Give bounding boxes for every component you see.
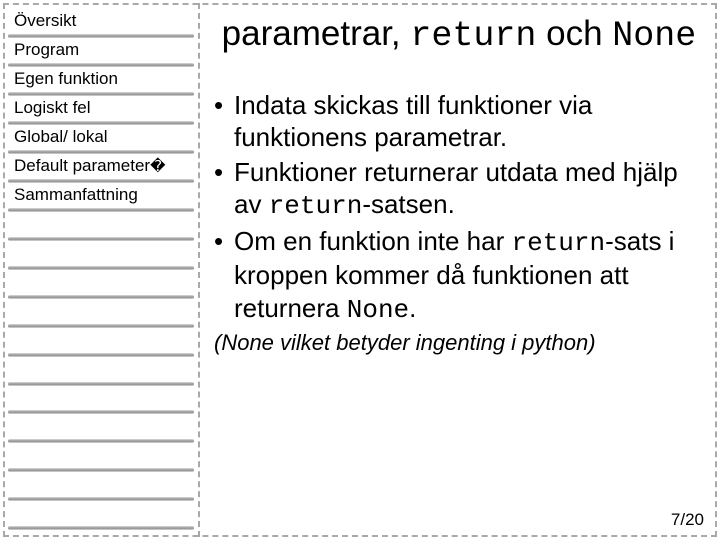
bullet-text: Om en funktion inte har return-sats i kr… [234,225,706,327]
bullet-text: Indata skickas till funktioner via funkt… [234,89,706,154]
sidebar-item-blank [6,356,196,385]
sidebar: Översikt Program Egen funktion Logiskt f… [6,8,196,540]
sidebar-item-blank [6,240,196,269]
bullet-item: • Indata skickas till funktioner via fun… [212,89,706,154]
text-span: Indata skickas till funktioner via funkt… [234,90,592,153]
sidebar-item-blank [6,269,196,298]
sidebar-item-logic-error[interactable]: Logiskt fel [6,95,196,124]
bullet-list: • Indata skickas till funktioner via fun… [206,71,712,327]
sidebar-item-global-local[interactable]: Global/ lokal [6,124,196,153]
sidebar-item-blank [6,442,196,471]
page-number: 7/20 [671,510,704,530]
bullet-text: Funktioner returnerar utdata med hjälp a… [234,156,706,223]
code-span: None [347,295,409,325]
bullet-dot-icon: • [212,156,234,223]
main-content: parametrar, return och None • Indata ski… [206,6,712,532]
sidebar-item-default-parameter[interactable]: Default parameter� [6,153,196,182]
sidebar-item-label: Default parameter [14,156,150,175]
text-span: . [409,293,416,323]
title-code: None [612,16,696,56]
sidebar-item-label: Global/ lokal [14,127,108,146]
slide-note: (None vilket betyder ingenting i python) [206,328,712,356]
sidebar-item-overview[interactable]: Översikt [6,8,196,37]
bullet-dot-icon: • [212,225,234,327]
text-span: Om en funktion inte har [234,226,511,256]
sidebar-item-blank [6,471,196,500]
sidebar-item-blank [6,327,196,356]
code-span: return [511,228,605,258]
sidebar-item-label: Sammanfattning [14,185,138,204]
sidebar-item-program[interactable]: Program [6,37,196,66]
title-text: och [536,14,612,53]
sidebar-item-blank [6,413,196,442]
bullet-item: • Funktioner returnerar utdata med hjälp… [212,156,706,223]
code-span: return [269,191,363,221]
replacement-glyph-icon: � [150,158,165,178]
bullet-dot-icon: • [212,89,234,154]
text-span: -satsen. [362,189,455,219]
title-code: return [410,16,536,56]
slide-title: parametrar, return och None [206,6,712,71]
sidebar-item-blank [6,500,196,529]
sidebar-item-summary[interactable]: Sammanfattning [6,182,196,211]
sidebar-item-label: Egen funktion [14,69,118,88]
sidebar-item-blank [6,298,196,327]
column-divider [198,3,200,537]
sidebar-item-label: Logiskt fel [14,98,91,117]
sidebar-item-label: Program [14,40,79,59]
slide: Översikt Program Egen funktion Logiskt f… [0,0,720,540]
title-text: parametrar, [222,14,411,53]
sidebar-item-blank [6,211,196,240]
sidebar-item-blank [6,529,196,540]
bullet-item: • Om en funktion inte har return-sats i … [212,225,706,327]
sidebar-item-blank [6,385,196,414]
sidebar-item-own-function[interactable]: Egen funktion [6,66,196,95]
sidebar-item-label: Översikt [14,11,76,30]
